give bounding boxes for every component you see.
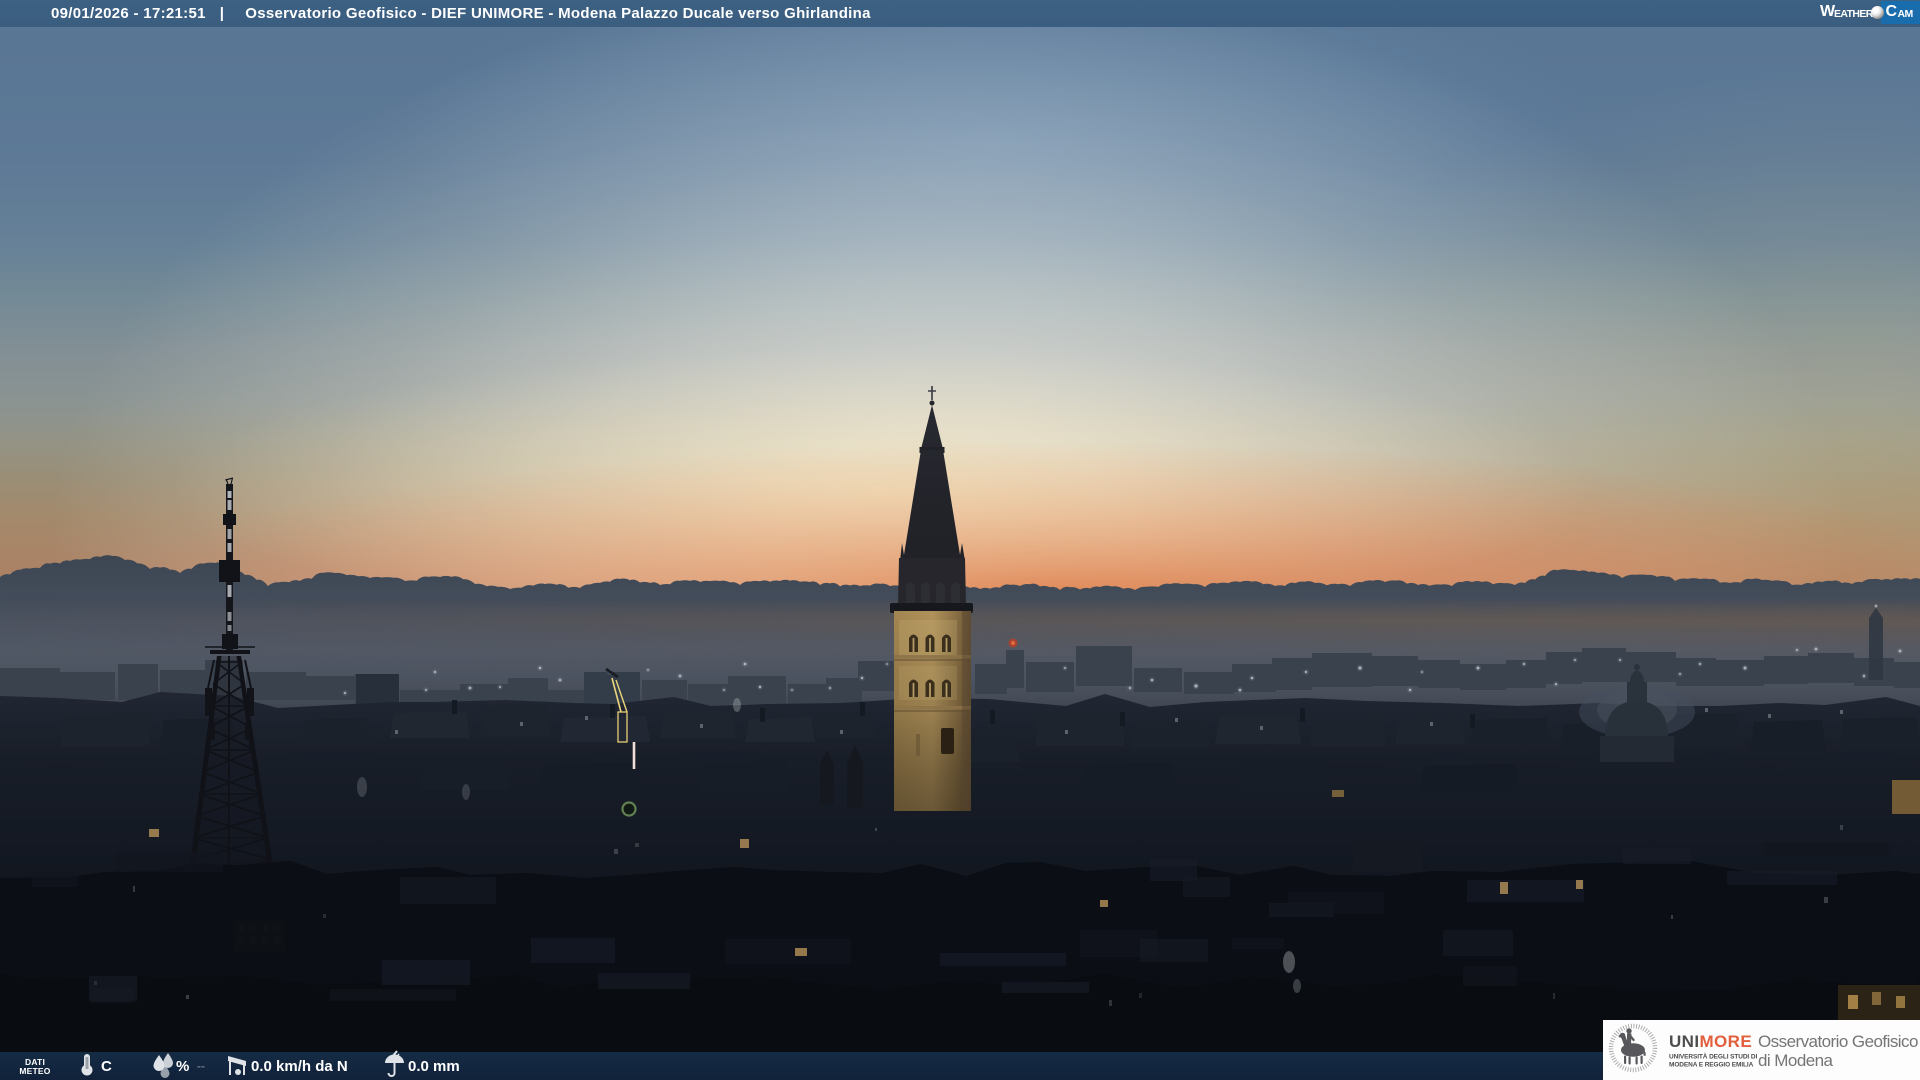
svg-text:Osservatorio Geofisico: Osservatorio Geofisico xyxy=(1758,1032,1918,1051)
svg-text:%: % xyxy=(176,1058,189,1075)
svg-text:--: -- xyxy=(197,1059,205,1073)
svg-text:MODENA E REGGIO EMILIA: MODENA E REGGIO EMILIA xyxy=(1669,1062,1754,1069)
svg-text:UNIMORE: UNIMORE xyxy=(1669,1032,1752,1051)
svg-text:C: C xyxy=(101,1058,112,1075)
svg-text:0.0 mm: 0.0 mm xyxy=(408,1058,460,1075)
svg-text:0.0 km/h da N: 0.0 km/h da N xyxy=(251,1058,348,1075)
svg-text:di Modena: di Modena xyxy=(1758,1051,1834,1070)
svg-text:UNIVERSITÀ DEGLI STUDI DI: UNIVERSITÀ DEGLI STUDI DI xyxy=(1669,1052,1757,1061)
